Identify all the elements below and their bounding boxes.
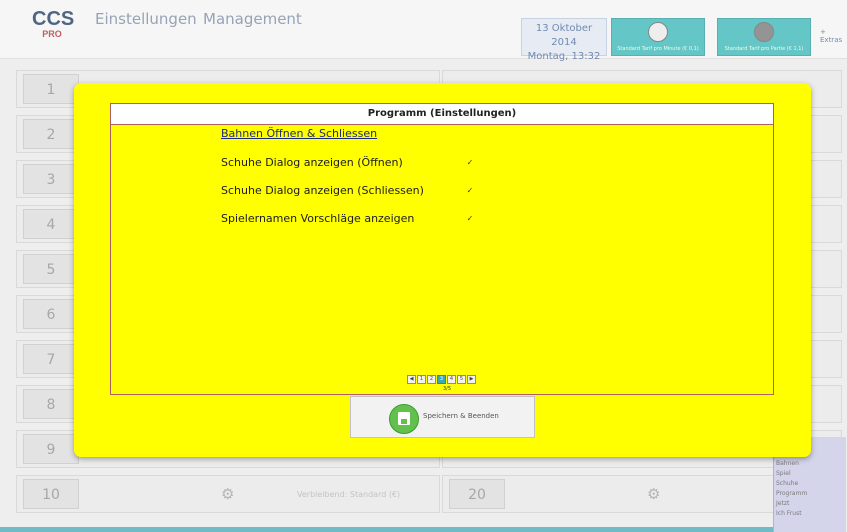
settings-dialog: Programm (Einstellungen) Bahnen Öffnen &… [74,83,811,457]
option-label: Schuhe Dialog anzeigen (Öffnen) [221,156,403,169]
page-button[interactable]: 1 [417,375,426,384]
option-label: Schuhe Dialog anzeigen (Schliessen) [221,184,424,197]
dialog-title: Programm (Einstellungen) [111,104,773,125]
option-label: Spielernamen Vorschläge anzeigen [221,212,415,225]
checkbox-shoes-close[interactable]: ✓ [466,187,474,195]
save-label: Speichern & Beenden [423,412,499,420]
page-button[interactable]: 5 [457,375,466,384]
next-page-button[interactable]: ▶ [467,375,476,384]
save-and-exit-button[interactable]: Speichern & Beenden [350,396,535,438]
pagination: ◀ 1 2 3 4 5 ▶ [407,375,476,384]
section-link[interactable]: Bahnen Öffnen & Schliessen [221,127,377,140]
page-button[interactable]: 2 [427,375,436,384]
checkbox-shoes-open[interactable]: ✓ [466,159,474,167]
page-button[interactable]: 4 [447,375,456,384]
checkbox-player-names[interactable]: ✓ [466,215,474,223]
page-button-current[interactable]: 3 [437,375,446,384]
page-info: 3/5 [443,386,452,392]
settings-panel: Programm (Einstellungen) Bahnen Öffnen &… [110,103,774,395]
prev-page-button[interactable]: ◀ [407,375,416,384]
save-disk-icon [389,404,419,434]
